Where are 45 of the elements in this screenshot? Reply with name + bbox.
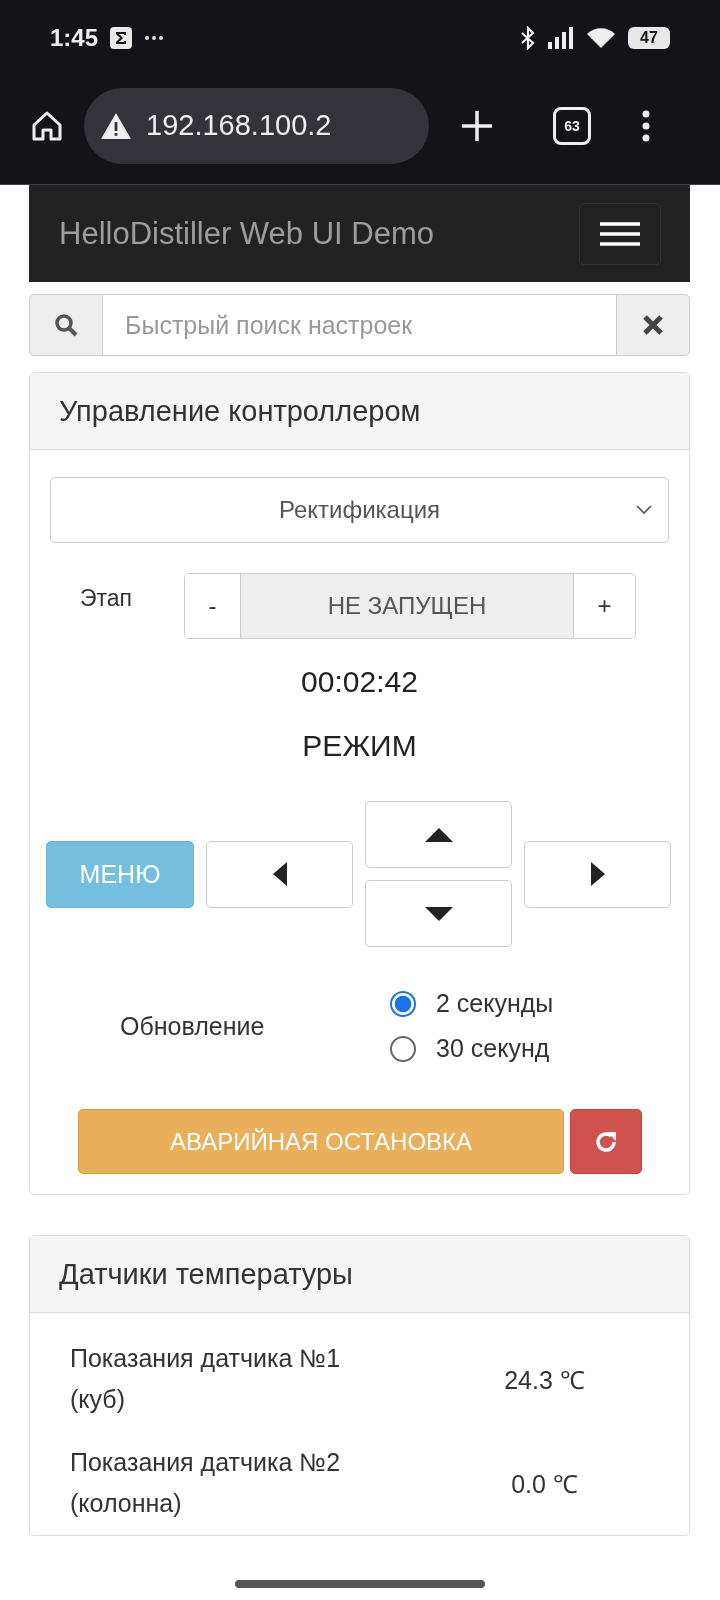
new-tab-icon[interactable] bbox=[461, 109, 493, 142]
close-icon bbox=[642, 314, 664, 336]
battery-icon: 47 bbox=[628, 26, 670, 49]
search-button[interactable] bbox=[29, 294, 103, 356]
sensor-name: Показания датчика №1 (куб) bbox=[70, 1343, 342, 1415]
panel-title: Датчики температуры bbox=[59, 1257, 353, 1291]
warning-icon bbox=[100, 111, 132, 140]
triangle-up-icon bbox=[424, 827, 453, 842]
panel-title: Управление контроллером bbox=[59, 394, 421, 428]
down-button[interactable] bbox=[365, 880, 512, 947]
clear-button[interactable] bbox=[616, 294, 690, 356]
search-icon bbox=[54, 313, 78, 337]
tab-count-button[interactable]: 63 bbox=[553, 106, 591, 145]
stage-increase-button[interactable]: + bbox=[573, 574, 635, 638]
more-menu-icon[interactable] bbox=[641, 109, 651, 142]
navbar-title[interactable]: HelloDistiller Web UI Demo bbox=[59, 215, 434, 252]
signal-icon bbox=[548, 26, 574, 49]
timer-text: 00:02:42 bbox=[301, 665, 418, 699]
sensor-name: Показания датчика №2 (колонна) bbox=[70, 1447, 342, 1519]
radio-button[interactable] bbox=[390, 990, 416, 1017]
status-time: 1:45 bbox=[50, 23, 99, 52]
triangle-left-icon bbox=[272, 862, 287, 886]
more-notifications-icon bbox=[144, 34, 165, 41]
radio-label[interactable]: 30 секунд bbox=[436, 1034, 550, 1063]
search-field[interactable]: Быстрый поиск настроек bbox=[103, 294, 616, 356]
radio-label[interactable]: 2 секунды bbox=[436, 989, 554, 1018]
mode-label: РЕЖИМ bbox=[302, 729, 417, 763]
radio-button[interactable] bbox=[390, 1035, 416, 1062]
menu-button[interactable] bbox=[579, 202, 661, 265]
wifi-icon bbox=[586, 26, 616, 49]
chevron-down-icon bbox=[636, 505, 652, 515]
sensor-value: 24.3 ℃ bbox=[503, 1365, 586, 1396]
triangle-right-icon bbox=[590, 862, 605, 886]
reload-button[interactable] bbox=[570, 1109, 642, 1174]
sensor-value: 0.0 ℃ bbox=[510, 1469, 579, 1500]
address-bar[interactable]: 192.168.100.2 bbox=[84, 87, 429, 164]
sigma-icon bbox=[110, 26, 133, 49]
stage-label: Этап bbox=[79, 584, 134, 613]
refresh-label: Обновление bbox=[119, 1011, 266, 1041]
bluetooth-icon bbox=[520, 25, 536, 50]
mode-select[interactable]: Ректификация bbox=[50, 477, 669, 543]
stage-value: НЕ ЗАПУЩЕН bbox=[240, 574, 573, 638]
menu-icon bbox=[599, 220, 641, 247]
triangle-down-icon bbox=[424, 906, 453, 921]
up-button[interactable] bbox=[365, 801, 512, 868]
